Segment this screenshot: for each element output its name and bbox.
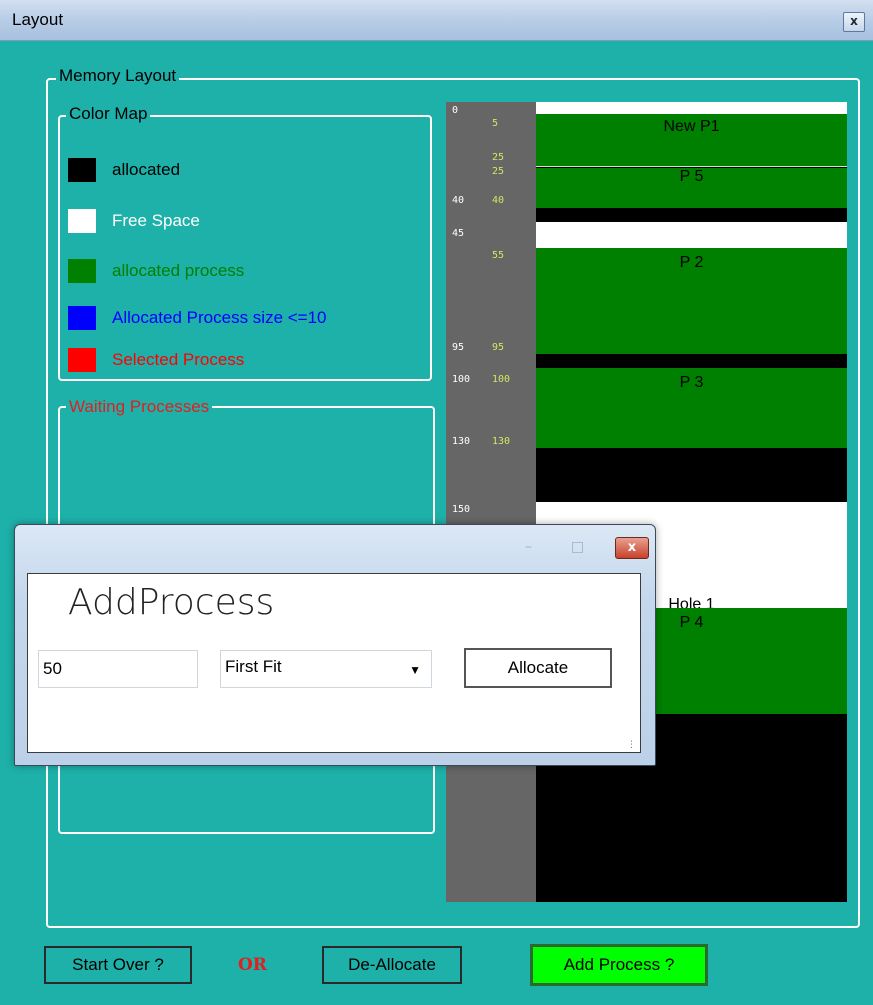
minimize-icon[interactable]: – (525, 539, 532, 555)
ruler-tick-end: 95 (492, 342, 505, 353)
legend-item-selected-process: Selected Process (68, 348, 244, 372)
block-label: P 3 (679, 374, 704, 391)
dialog-title: AddProcess (68, 582, 275, 623)
color-map-group (58, 115, 432, 381)
legend-item-allocated: allocated (68, 158, 180, 182)
ruler-tick-start: 150 (452, 504, 471, 515)
dropdown-arrow-icon[interactable]: ▼ (409, 663, 421, 677)
legend-swatch (68, 259, 96, 283)
process-block[interactable]: New P1 (536, 114, 847, 167)
ruler-tick-end: 100 (492, 374, 511, 385)
maximize-icon[interactable]: □ (571, 539, 584, 555)
ruler-tick-start: 45 (452, 228, 465, 239)
address-ruler: 0 40 45 95 100 130 150 5 25 25 40 55 95 … (446, 102, 536, 902)
fit-strategy-select[interactable]: First Fit ▼ (220, 650, 432, 688)
block-label: P 5 (679, 168, 704, 185)
layout-window: Layout x Memory Layout Color Map Waiting… (0, 0, 873, 1005)
free-block[interactable] (536, 222, 847, 248)
add-process-button[interactable]: Add Process ? (530, 944, 708, 986)
ruler-tick-start: 95 (452, 342, 465, 353)
allocated-block[interactable] (536, 448, 847, 502)
memory-layout-label: Memory Layout (56, 66, 180, 86)
resize-grip-icon[interactable]: ⋮ (627, 740, 636, 750)
block-label: P 2 (679, 254, 704, 271)
process-block[interactable]: P 5 (536, 168, 847, 208)
free-block[interactable] (536, 102, 847, 114)
ruler-tick-start: 0 (452, 105, 459, 116)
memory-map: 0 40 45 95 100 130 150 5 25 25 40 55 95 … (446, 102, 847, 902)
ruler-tick-start: 40 (452, 195, 465, 206)
legend-swatch (68, 348, 96, 372)
ruler-tick-start: 130 (452, 436, 471, 447)
or-label: OR (238, 955, 267, 975)
ruler-tick-end: 55 (492, 250, 505, 261)
process-block[interactable]: P 2 (536, 248, 847, 354)
window-title: Layout (12, 10, 64, 29)
legend-item-free-space: Free Space (68, 209, 200, 233)
allocated-block[interactable] (536, 208, 847, 222)
legend-item-small-process: Allocated Process size <=10 (68, 306, 327, 330)
title-bar: Layout x (0, 0, 873, 41)
waiting-processes-label: Waiting Processes (66, 397, 213, 417)
memory-blocks: New P1 P 5 P 2 P 3 Hole 1 P 4 (536, 102, 847, 902)
ruler-tick-end: 40 (492, 195, 505, 206)
ruler-tick-end: 25 (492, 166, 505, 177)
allocated-block[interactable] (536, 354, 847, 368)
close-icon[interactable]: x (843, 12, 865, 32)
dialog-close-icon[interactable]: x (615, 537, 649, 559)
legend-label: Free Space (112, 211, 200, 230)
fit-selected-value: First Fit (225, 657, 282, 676)
color-map-label: Color Map (66, 104, 151, 124)
legend-swatch (68, 306, 96, 330)
ruler-tick-end: 5 (492, 118, 499, 129)
start-over-button[interactable]: Start Over ? (44, 946, 192, 984)
process-block[interactable]: P 3 (536, 368, 847, 448)
legend-label: allocated (112, 160, 181, 179)
dialog-body: AddProcess 50 First Fit ▼ Allocate ⋮ (27, 573, 641, 753)
legend-label: Selected Process (112, 350, 245, 369)
block-label: New P1 (663, 118, 720, 135)
process-size-input[interactable]: 50 (38, 650, 198, 688)
allocate-button[interactable]: Allocate (464, 648, 612, 688)
legend-swatch (68, 209, 96, 233)
legend-label: Allocated Process size <=10 (112, 308, 327, 327)
add-process-dialog: – □ x AddProcess 50 First Fit ▼ Allocate… (14, 524, 656, 766)
deallocate-button[interactable]: De-Allocate (322, 946, 462, 984)
legend-label: allocated process (112, 261, 245, 280)
legend-swatch (68, 158, 96, 182)
ruler-tick-end: 25 (492, 152, 505, 163)
ruler-tick-start: 100 (452, 374, 471, 385)
legend-item-allocated-process: allocated process (68, 259, 244, 283)
ruler-tick-end: 130 (492, 436, 511, 447)
